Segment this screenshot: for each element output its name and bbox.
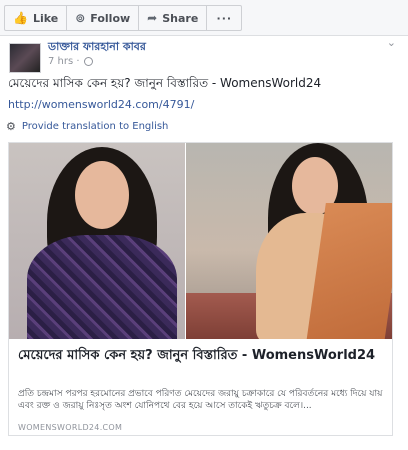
translate-link[interactable]: ⚙ Provide translation to English [6, 120, 168, 133]
like-label: Like [32, 11, 59, 25]
card-description: প্রতি চন্দ্রমাস পরপর হরমোনের প্রভাবে পরি… [18, 389, 383, 411]
preview-photo-left[interactable] [9, 143, 185, 339]
like-button[interactable]: 👍 Like [5, 6, 68, 30]
share-label: Share [162, 11, 199, 25]
photo-face [75, 161, 129, 229]
translate-label: Provide translation to English [21, 121, 169, 132]
action-toolbar: 👍 Like ⊚ Follow ➦ Share ··· [0, 0, 408, 36]
card-title[interactable]: মেয়েদের মাসিক কেন হয়? জানুন বিস্তারিত … [18, 347, 388, 365]
action-button-group: 👍 Like ⊚ Follow ➦ Share ··· [4, 5, 243, 31]
rss-icon: ⊚ [75, 11, 86, 25]
card-domain: WOMENSWORLD24.COM [18, 423, 123, 432]
post-time[interactable]: 7 hrs [48, 56, 73, 67]
post-text: মেয়েদের মাসিক কেন হয়? জানুন বিস্তারিত … [8, 76, 322, 90]
more-button[interactable]: ··· [207, 6, 241, 30]
preview-photo-right[interactable] [185, 143, 392, 339]
share-button[interactable]: ➦ Share [139, 6, 208, 30]
globe-icon [83, 57, 93, 66]
feed-post: ডাক্তার ফারহানা কাবর 7 hrs · ⌄ মেয়েদের … [0, 36, 408, 450]
gear-icon: ⚙ [6, 120, 16, 133]
more-dots-icon: ··· [216, 11, 233, 25]
chevron-down-icon[interactable]: ⌄ [387, 36, 396, 49]
post-author[interactable]: ডাক্তার ফারহানা কাবর [48, 38, 146, 57]
follow-button[interactable]: ⊚ Follow [67, 6, 140, 30]
photo-dress [27, 235, 177, 339]
post-link[interactable]: http://womensworld24.com/4791/ [8, 98, 194, 111]
post-meta: 7 hrs · [48, 56, 93, 67]
follow-label: Follow [90, 11, 131, 25]
separator: · [73, 56, 80, 67]
avatar[interactable] [9, 43, 41, 73]
link-preview-card[interactable]: মেয়েদের মাসিক কেন হয়? জানুন বিস্তারিত … [8, 142, 393, 436]
thumbs-up-icon: 👍 [13, 11, 28, 25]
preview-images[interactable] [9, 143, 392, 339]
share-arrow-icon: ➦ [147, 11, 158, 25]
